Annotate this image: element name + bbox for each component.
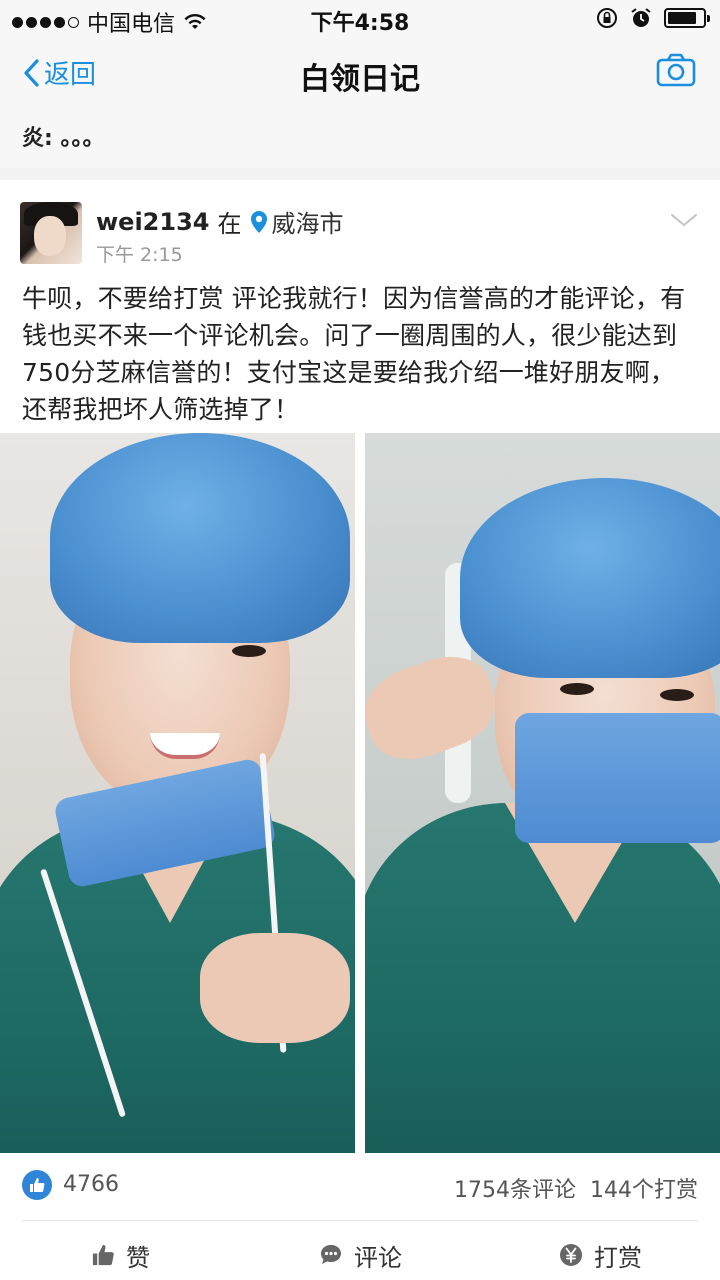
battery-icon xyxy=(664,8,710,28)
post-time: 下午 2:15 xyxy=(96,244,183,266)
hand-shape xyxy=(365,643,507,773)
location-label: 威海市 xyxy=(271,210,344,238)
page-title: 白领日记 xyxy=(300,62,420,97)
camera-icon xyxy=(656,53,696,87)
status-bar: 中国电信 下午4:58 xyxy=(0,0,720,38)
username[interactable]: wei2134 xyxy=(96,208,209,236)
thumbs-up-icon xyxy=(30,1178,45,1192)
comment-label: 评论 xyxy=(354,1243,402,1272)
tip-button[interactable]: 打赏 xyxy=(480,1230,720,1280)
thumbs-up-icon xyxy=(92,1244,114,1266)
divider xyxy=(22,1220,698,1221)
post-photo-1[interactable] xyxy=(0,433,355,1153)
rotation-lock-icon xyxy=(597,8,617,28)
comment-button[interactable]: 评论 xyxy=(240,1230,480,1280)
post-photo-2[interactable] xyxy=(365,433,720,1153)
status-right xyxy=(596,7,710,29)
surgical-cap-shape xyxy=(50,433,350,643)
post-menu-button[interactable] xyxy=(670,212,698,232)
comment-bubble-icon xyxy=(321,1245,341,1264)
at-label: 在 xyxy=(217,210,242,238)
like-label: 赞 xyxy=(126,1243,150,1272)
post-text: 牛呗，不要给打赏 评论我就行！因为信誉高的才能评论，有钱也买不来一个评论机会。问… xyxy=(22,284,686,424)
comment-count[interactable]: 1754条评论 xyxy=(454,1172,576,1204)
like-count: 4766 xyxy=(63,1172,119,1197)
yen-coin-icon xyxy=(560,1244,582,1266)
alarm-icon xyxy=(631,8,651,27)
tip-count[interactable]: 144个打赏 xyxy=(590,1172,698,1204)
stats-right: 1754条评论 144个打赏 xyxy=(454,1172,698,1204)
location[interactable]: 威海市 xyxy=(249,204,343,239)
previous-comment[interactable]: 炎: 。。。 xyxy=(0,108,720,168)
surgical-cap-shape xyxy=(460,478,720,678)
camera-button[interactable] xyxy=(656,52,696,92)
location-pin-icon xyxy=(251,210,268,233)
post-stats: 4766 1754条评论 144个打赏 xyxy=(0,1165,720,1209)
chevron-down-icon xyxy=(670,213,698,227)
avatar[interactable] xyxy=(20,202,82,264)
post-card: wei2134 在 威海市 下午 2:15 牛呗，不要给打赏 评论我就行！因为信… xyxy=(0,180,720,1280)
post-header: wei2134 在 威海市 xyxy=(96,204,343,239)
like-badge-icon xyxy=(22,1170,52,1200)
hand-shape xyxy=(200,933,350,1043)
like-button[interactable]: 赞 xyxy=(0,1230,240,1280)
nav-bar: 返回 白领日记 xyxy=(0,38,720,108)
tip-label: 打赏 xyxy=(594,1243,642,1272)
action-bar: 赞 评论 打赏 xyxy=(0,1230,720,1280)
surgical-mask-shape xyxy=(515,713,720,843)
